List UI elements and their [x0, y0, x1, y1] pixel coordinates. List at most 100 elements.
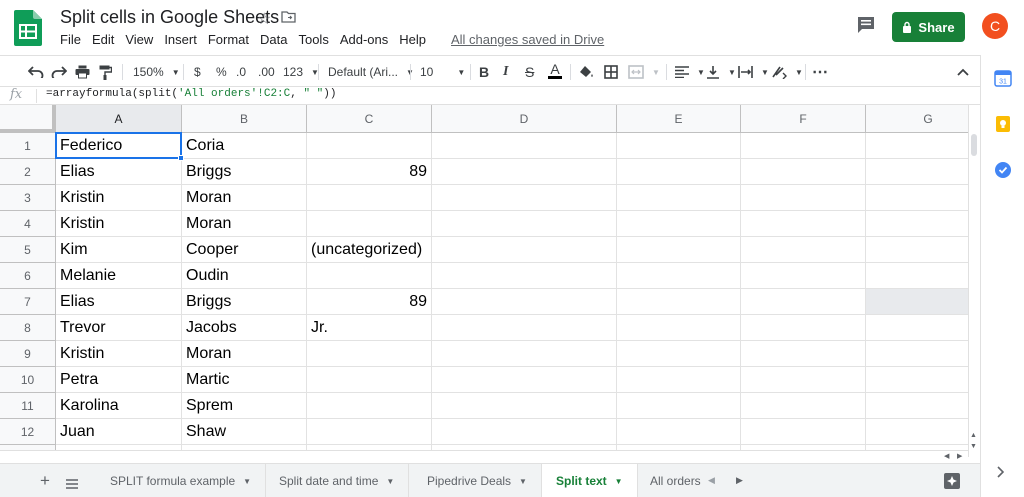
- sheet-tab-pipedrive-deals[interactable]: Pipedrive Deals ▼: [413, 464, 542, 497]
- row-header[interactable]: 11: [0, 393, 56, 419]
- cell-a1[interactable]: Federico: [56, 133, 182, 159]
- column-header-a[interactable]: A: [56, 105, 182, 133]
- cell-g9[interactable]: [866, 341, 968, 367]
- chevron-down-icon[interactable]: ▼: [615, 477, 623, 486]
- row-header[interactable]: 9: [0, 341, 56, 367]
- row-header[interactable]: 6: [0, 263, 56, 289]
- italic-button[interactable]: I: [503, 62, 508, 82]
- cell-e1[interactable]: [617, 133, 741, 159]
- cell-d6[interactable]: [432, 263, 617, 289]
- cell-d4[interactable]: [432, 211, 617, 237]
- increase-decimal-button[interactable]: .00: [258, 62, 275, 82]
- vertical-scrollbar[interactable]: [968, 105, 980, 457]
- cell-a10[interactable]: Petra: [56, 367, 182, 393]
- cell-a2[interactable]: Elias: [56, 159, 182, 185]
- row-header[interactable]: 4: [0, 211, 56, 237]
- cell-a12[interactable]: Juan: [56, 419, 182, 445]
- cell-g11[interactable]: [866, 393, 968, 419]
- cell-e5[interactable]: [617, 237, 741, 263]
- scroll-right-arrow-icon[interactable]: ▶: [957, 452, 962, 460]
- cell-b5[interactable]: Cooper: [182, 237, 307, 263]
- cell-a9[interactable]: Kristin: [56, 341, 182, 367]
- cell-c6[interactable]: [307, 263, 432, 289]
- cell-d12[interactable]: [432, 419, 617, 445]
- cell-c12[interactable]: [307, 419, 432, 445]
- cell-g2[interactable]: [866, 159, 968, 185]
- cell-b1[interactable]: Coria: [182, 133, 307, 159]
- sheet-tab-all-orders[interactable]: All orders: [636, 464, 704, 497]
- menu-help[interactable]: Help: [399, 32, 426, 50]
- cell-c3[interactable]: [307, 185, 432, 211]
- font-size-select[interactable]: 10 ▼: [420, 62, 465, 82]
- menu-tools[interactable]: Tools: [298, 32, 328, 50]
- cell-c10[interactable]: [307, 367, 432, 393]
- document-title[interactable]: Split cells in Google Sheets: [60, 7, 279, 28]
- formula-input[interactable]: =arrayformula(split('All orders'!C2:C, "…: [46, 88, 336, 100]
- cell-f2[interactable]: [741, 159, 866, 185]
- cell-d7[interactable]: [432, 289, 617, 315]
- formula-bar[interactable]: fx =arrayformula(split('All orders'!C2:C…: [0, 87, 980, 105]
- cell-c11[interactable]: [307, 393, 432, 419]
- spreadsheet-grid[interactable]: A B C D E F G 1 Federico Coria 2 Elias Briggs 89 3 Kris…: [0, 105, 968, 457]
- scroll-tabs-right-icon[interactable]: ▶: [736, 475, 743, 486]
- chevron-down-icon[interactable]: ▼: [243, 477, 251, 486]
- column-header-g[interactable]: G: [866, 105, 968, 133]
- row-header[interactable]: 2: [0, 159, 56, 185]
- cell-g7[interactable]: [866, 289, 968, 315]
- menu-view[interactable]: View: [125, 32, 153, 50]
- cell-e9[interactable]: [617, 341, 741, 367]
- chevron-down-icon[interactable]: ▼: [519, 477, 527, 486]
- cell-b4[interactable]: Moran: [182, 211, 307, 237]
- cell-b10[interactable]: Martic: [182, 367, 307, 393]
- currency-format-button[interactable]: $: [194, 62, 201, 82]
- cell-e12[interactable]: [617, 419, 741, 445]
- cell-f7[interactable]: [741, 289, 866, 315]
- cell-d11[interactable]: [432, 393, 617, 419]
- cell-g4[interactable]: [866, 211, 968, 237]
- cell-g12[interactable]: [866, 419, 968, 445]
- bold-button[interactable]: B: [479, 62, 489, 82]
- more-options-icon[interactable]: ⋯: [812, 62, 828, 82]
- cell-c8[interactable]: Jr.: [307, 315, 432, 341]
- vertical-align-icon[interactable]: ▼: [706, 62, 736, 82]
- horizontal-scrollbar[interactable]: [0, 450, 968, 463]
- row-header[interactable]: 5: [0, 237, 56, 263]
- borders-icon[interactable]: [604, 62, 618, 82]
- scroll-up-arrow-icon[interactable]: ▲: [970, 432, 977, 439]
- cell-b12[interactable]: Shaw: [182, 419, 307, 445]
- cell-g10[interactable]: [866, 367, 968, 393]
- cell-e6[interactable]: [617, 263, 741, 289]
- comment-history-icon[interactable]: [854, 13, 878, 37]
- cell-c1[interactable]: [307, 133, 432, 159]
- redo-icon[interactable]: [51, 62, 67, 82]
- fill-handle[interactable]: [178, 155, 184, 161]
- select-all-corner[interactable]: [0, 105, 56, 133]
- sheets-logo-icon[interactable]: [14, 10, 42, 46]
- cell-d1[interactable]: [432, 133, 617, 159]
- cell-c2[interactable]: 89: [307, 159, 432, 185]
- text-color-button[interactable]: A: [548, 62, 562, 82]
- cell-f12[interactable]: [741, 419, 866, 445]
- fill-color-icon[interactable]: [579, 62, 594, 82]
- cell-f10[interactable]: [741, 367, 866, 393]
- cell-b9[interactable]: Moran: [182, 341, 307, 367]
- strikethrough-button[interactable]: S: [525, 62, 534, 82]
- cell-d3[interactable]: [432, 185, 617, 211]
- cell-b3[interactable]: Moran: [182, 185, 307, 211]
- print-icon[interactable]: [75, 62, 90, 82]
- cell-a3[interactable]: Kristin: [56, 185, 182, 211]
- cell-e2[interactable]: [617, 159, 741, 185]
- cell-a8[interactable]: Trevor: [56, 315, 182, 341]
- merge-cells-icon[interactable]: ▼: [628, 62, 660, 82]
- menu-file[interactable]: File: [60, 32, 81, 50]
- font-family-select[interactable]: Default (Ari... ▼: [328, 62, 414, 82]
- cell-f6[interactable]: [741, 263, 866, 289]
- collapse-toolbar-icon[interactable]: [957, 62, 969, 82]
- cell-d9[interactable]: [432, 341, 617, 367]
- cell-a11[interactable]: Karolina: [56, 393, 182, 419]
- menu-insert[interactable]: Insert: [164, 32, 197, 50]
- horizontal-align-icon[interactable]: ▼: [675, 62, 705, 82]
- decrease-decimal-button[interactable]: .0: [236, 62, 246, 82]
- cell-c9[interactable]: [307, 341, 432, 367]
- cell-f8[interactable]: [741, 315, 866, 341]
